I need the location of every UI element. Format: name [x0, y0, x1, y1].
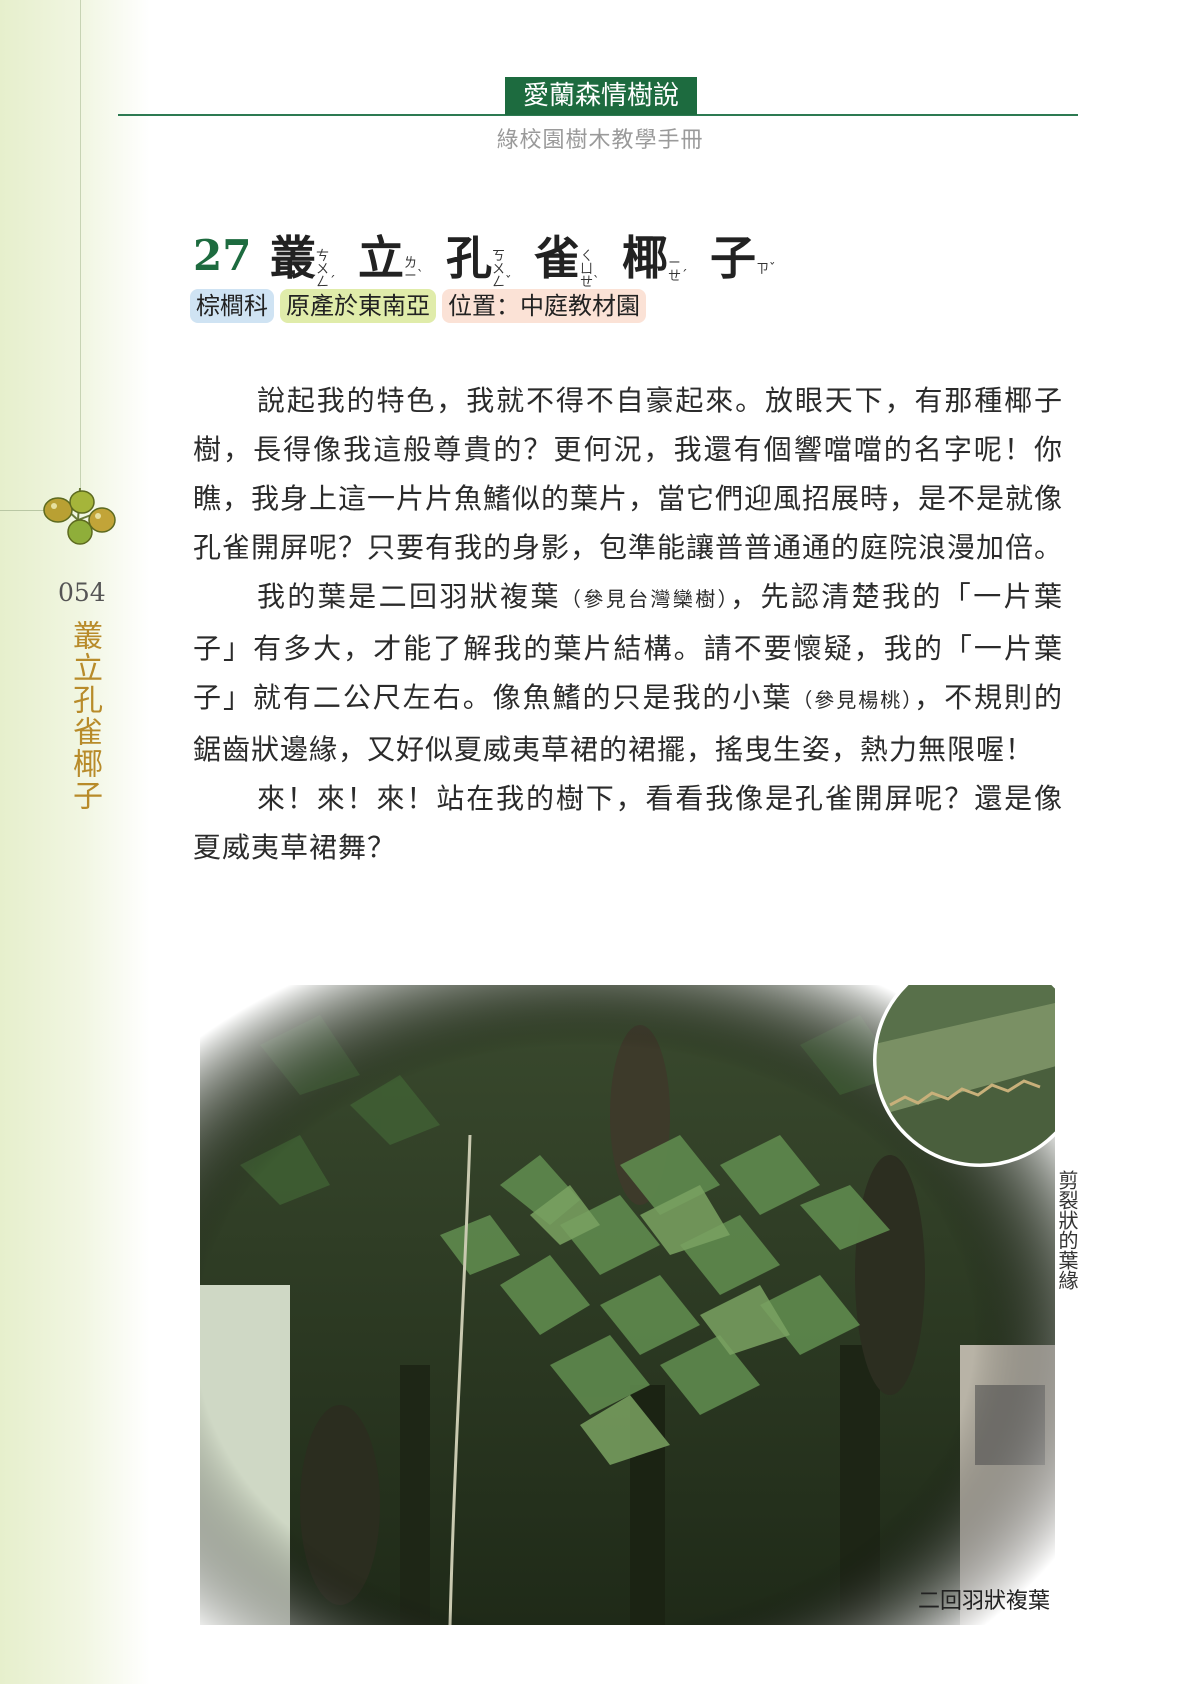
entry-number: 27 — [193, 231, 252, 280]
title-char: 叢 — [270, 231, 316, 285]
title-char: 立 — [358, 231, 404, 285]
origin-tag: 原產於東南亞 — [280, 289, 436, 323]
page-number: 054 — [58, 578, 106, 607]
body-text: 說起我的特色，我就不得不自豪起來。放眼天下，有那種椰子樹，長得像我這般尊貴的？更… — [193, 376, 1063, 872]
title-zhuyin: ㄗˇ — [756, 262, 776, 277]
palm-tree-photo — [200, 985, 1055, 1625]
inset-caption: 剪裂狀的葉緣 — [1055, 1170, 1079, 1290]
entry-title: 叢ㄘㄨㄥˊ 立ㄌㄧˋ 孔ㄎㄨㄥˇ 雀ㄑㄩㄝˋ 椰ㄧㄝˊ 子ㄗˇ — [270, 222, 798, 292]
paragraph-3: 來！來！來！站在我的樹下，看看我像是孔雀開屏呢？還是像夏威夷草裙舞？ — [193, 782, 1063, 864]
series-title: 愛蘭森情樹說 — [505, 77, 697, 115]
photo-caption: 二回羽狀複葉 — [918, 1589, 1051, 1614]
side-strip — [0, 0, 150, 1684]
series-subtitle: 綠校園樹木教學手冊 — [496, 128, 704, 153]
seed-cluster-icon — [43, 487, 116, 545]
title-zhuyin: ㄑㄩㄝˋ — [580, 249, 600, 290]
side-vertical-title: 叢立孔雀椰子 — [67, 620, 102, 812]
cross-reference-link[interactable]: （參見楊桃） — [792, 688, 914, 712]
side-divider-vertical — [80, 0, 81, 510]
location-tag: 位置：中庭教材園 — [442, 289, 646, 323]
paragraph-2: 我的葉是二回羽狀複葉（參見台灣欒樹），先認清楚我的「一片葉子」有多大，才能了解我… — [193, 572, 1063, 774]
title-char: 子 — [710, 231, 756, 285]
title-char: 孔 — [446, 231, 492, 285]
title-zhuyin: ㄌㄧˋ — [404, 255, 424, 284]
title-zhuyin: ㄧㄝˊ — [668, 255, 688, 284]
title-zhuyin: ㄎㄨㄥˇ — [492, 249, 512, 290]
family-tag: 棕櫚科 — [190, 289, 274, 323]
entry-tags: 棕櫚科 原產於東南亞 位置：中庭教材園 — [190, 289, 646, 323]
title-zhuyin: ㄘㄨㄥˊ — [316, 249, 336, 290]
title-char: 雀 — [534, 231, 580, 285]
cross-reference-link[interactable]: （參見台灣欒樹） — [561, 587, 730, 611]
title-char: 椰 — [622, 231, 668, 285]
paragraph-1: 說起我的特色，我就不得不自豪起來。放眼天下，有那種椰子樹，長得像我這般尊貴的？更… — [193, 384, 1064, 564]
paragraph-2-part: 我的葉是二回羽狀複葉 — [257, 580, 561, 613]
